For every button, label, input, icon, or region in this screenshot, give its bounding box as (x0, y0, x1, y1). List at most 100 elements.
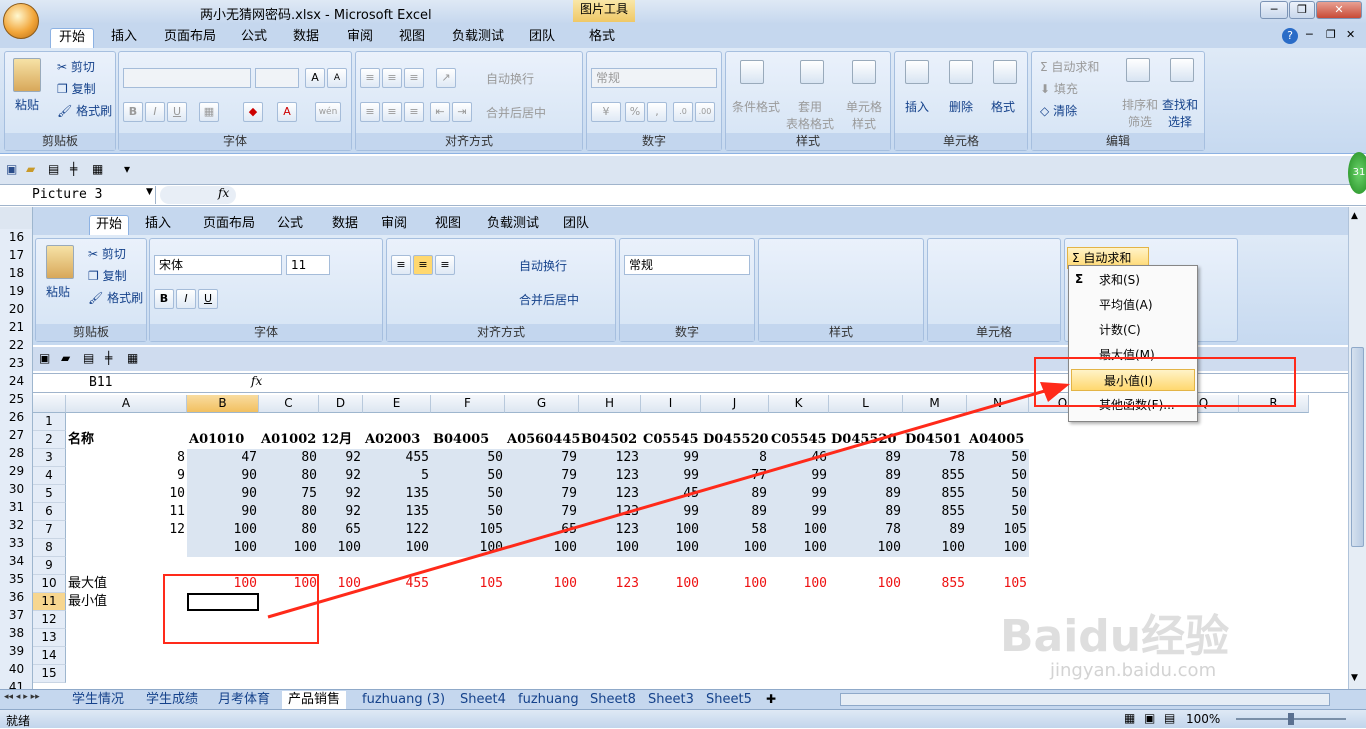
outer-row-header[interactable]: 20 (0, 302, 33, 316)
grow-font-button[interactable]: A (305, 68, 325, 88)
outer-row-header[interactable]: 31 (0, 500, 33, 514)
binoculars-icon[interactable] (1170, 58, 1194, 82)
minimize-button[interactable]: ─ (1260, 1, 1288, 19)
font-name-combo[interactable] (123, 68, 251, 88)
tab-view[interactable]: 视图 (394, 28, 430, 48)
scroll-thumb[interactable] (1351, 347, 1364, 547)
select-all-corner[interactable] (0, 207, 33, 229)
namebox-dropdown-icon[interactable]: ▼ (146, 187, 153, 197)
align-middle-icon[interactable]: ≡ (382, 68, 402, 88)
zoom-level[interactable]: 100% (1186, 712, 1220, 726)
align-left-icon[interactable]: ≡ (360, 102, 380, 122)
sheet-tab[interactable]: 学生情况 (66, 691, 130, 709)
wrap-text-button[interactable]: 自动换行 (486, 70, 534, 87)
delete-cells-button[interactable]: 删除 (949, 98, 973, 115)
conditional-format-icon[interactable] (740, 60, 764, 84)
outer-row-header[interactable]: 32 (0, 518, 33, 532)
horizontal-scrollbar[interactable] (840, 693, 1330, 706)
outer-row-header[interactable]: 37 (0, 608, 33, 622)
delete-cells-icon[interactable] (949, 60, 973, 84)
save-icon[interactable]: ▣ (6, 162, 17, 176)
insert-sheet-icon[interactable]: ✚ (766, 692, 776, 706)
format-cells-icon[interactable] (993, 60, 1017, 84)
conditional-format-button[interactable]: 条件格式 (732, 98, 780, 115)
shrink-font-button[interactable]: A (327, 68, 347, 88)
vertical-scrollbar[interactable]: ▲ ▼ (1348, 207, 1366, 690)
name-box[interactable]: Picture 3 (2, 186, 156, 204)
merge-center-button[interactable]: 合并后居中 (486, 104, 546, 121)
print-icon[interactable]: ▤ (48, 162, 59, 176)
orientation-icon[interactable]: ↗ (436, 68, 456, 88)
ribbon-restore-icon[interactable]: ❐ (1326, 28, 1336, 41)
increase-decimal-icon[interactable]: .0 (673, 102, 693, 122)
outer-row-header[interactable]: 35 (0, 572, 33, 586)
outer-row-header[interactable]: 23 (0, 356, 33, 370)
outer-row-header[interactable]: 18 (0, 266, 33, 280)
outer-row-header[interactable]: 24 (0, 374, 33, 388)
tab-load-test[interactable]: 负载测试 (448, 28, 508, 48)
align-top-icon[interactable]: ≡ (360, 68, 380, 88)
outer-row-header[interactable]: 26 (0, 410, 33, 424)
tab-insert[interactable]: 插入 (106, 28, 142, 48)
align-center-icon[interactable]: ≡ (382, 102, 402, 122)
outer-row-header[interactable]: 28 (0, 446, 33, 460)
office-button[interactable] (3, 3, 39, 39)
outer-row-header[interactable]: 25 (0, 392, 33, 406)
split-icon[interactable]: ╪ (70, 162, 77, 176)
copy-button[interactable]: ❐ 复制 (57, 80, 96, 97)
zoom-slider-thumb[interactable] (1288, 713, 1294, 725)
ribbon-close-icon[interactable]: ✕ (1346, 28, 1355, 41)
view-normal-icon[interactable]: ▦ (1124, 711, 1135, 725)
customize-qat-icon[interactable]: ▾ (124, 162, 130, 176)
ribbon-minimize-icon[interactable]: ─ (1306, 28, 1313, 41)
outer-row-header[interactable]: 16 (0, 230, 33, 244)
sort-filter-button[interactable]: 排序和 筛选 (1122, 96, 1158, 130)
sheet-tab[interactable]: Sheet4 (454, 691, 512, 709)
outer-row-header[interactable]: 22 (0, 338, 33, 352)
open-icon[interactable]: ▰ (26, 162, 35, 176)
font-color-icon[interactable]: A (277, 102, 297, 122)
format-cells-button[interactable]: 格式 (991, 98, 1015, 115)
outer-row-header[interactable]: 34 (0, 554, 33, 568)
sheet-tab[interactable]: 产品销售 (282, 691, 347, 709)
close-button[interactable]: ✕ (1316, 1, 1362, 19)
view-layout-icon[interactable]: ▣ (1144, 711, 1155, 725)
tab-home[interactable]: 开始 (50, 28, 94, 48)
fill-button[interactable]: ⬇ 填充 (1040, 80, 1078, 97)
sheet-tab[interactable]: Sheet8 (584, 691, 642, 709)
tab-page-layout[interactable]: 页面布局 (160, 28, 220, 48)
increase-indent-icon[interactable]: ⇥ (452, 102, 472, 122)
tab-format[interactable]: 格式 (584, 28, 620, 48)
sheet-tab[interactable]: Sheet5 (700, 691, 758, 709)
view-pagebreak-icon[interactable]: ▤ (1164, 711, 1175, 725)
tab-formulas[interactable]: 公式 (236, 28, 272, 48)
align-right-icon[interactable]: ≡ (404, 102, 424, 122)
font-size-combo[interactable] (255, 68, 299, 88)
outer-row-header[interactable]: 40 (0, 662, 33, 676)
scroll-up-icon[interactable]: ▲ (1351, 211, 1358, 221)
sort-filter-icon[interactable] (1126, 58, 1150, 82)
clear-button[interactable]: ◇ 清除 (1040, 102, 1077, 119)
cut-button[interactable]: ✂ 剪切 (57, 58, 95, 75)
outer-row-header[interactable]: 21 (0, 320, 33, 334)
outer-row-header[interactable]: 33 (0, 536, 33, 550)
outer-row-header[interactable]: 38 (0, 626, 33, 640)
paste-icon[interactable] (13, 58, 41, 92)
help-icon[interactable]: ? (1282, 28, 1298, 44)
paste-button[interactable]: 粘贴 (15, 96, 39, 113)
outer-row-header[interactable]: 17 (0, 248, 33, 262)
italic-button[interactable]: I (145, 102, 165, 122)
scroll-down-icon[interactable]: ▼ (1351, 673, 1358, 683)
outer-row-header[interactable]: 19 (0, 284, 33, 298)
phonetic-button[interactable]: wén (315, 102, 341, 122)
sheet-tab[interactable]: fuzhuang (3) (356, 691, 451, 709)
sheet-tab[interactable]: Sheet3 (642, 691, 700, 709)
outer-row-header[interactable]: 30 (0, 482, 33, 496)
underline-button[interactable]: U (167, 102, 187, 122)
fill-color-icon[interactable]: ◆ (243, 102, 263, 122)
tab-data[interactable]: 数据 (288, 28, 324, 48)
number-format-combo[interactable]: 常规 (591, 68, 717, 88)
decrease-decimal-icon[interactable]: .00 (695, 102, 715, 122)
outer-row-header[interactable]: 39 (0, 644, 33, 658)
cell-styles-icon[interactable] (852, 60, 876, 84)
